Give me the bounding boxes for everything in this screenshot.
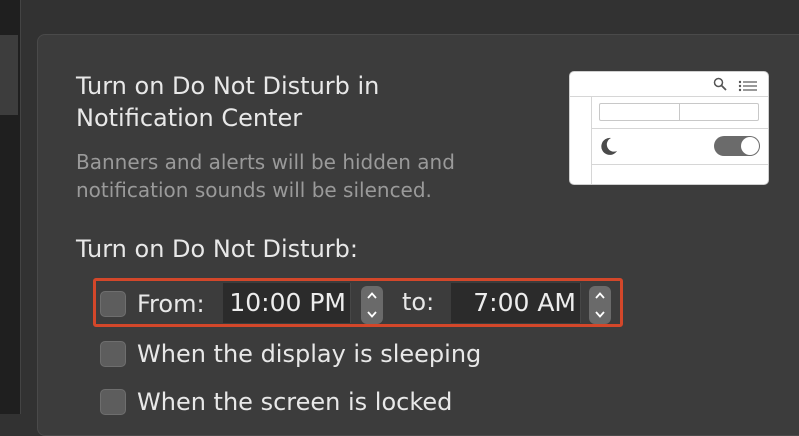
from-row: From: [100, 286, 205, 322]
display-sleeping-checkbox[interactable] [100, 341, 126, 367]
from-time-stepper[interactable] [361, 286, 383, 324]
chevron-down-icon[interactable] [589, 305, 611, 324]
screen-locked-row: When the screen is locked [100, 384, 452, 420]
from-label: From: [137, 290, 205, 318]
display-sleeping-label: When the display is sleeping [137, 340, 482, 368]
preview-segmented-control [599, 103, 759, 121]
panel-title: Turn on Do Not Disturb in Notification C… [76, 72, 380, 132]
display-sleeping-row: When the display is sleeping [100, 336, 481, 372]
preview-divider [570, 96, 768, 97]
screen-locked-checkbox[interactable] [100, 389, 126, 415]
screen-locked-label: When the screen is locked [137, 388, 453, 416]
sidebar-scroll-thumb[interactable] [0, 35, 18, 115]
sidebar-pane [0, 0, 21, 414]
chevron-up-icon[interactable] [361, 286, 383, 305]
preview-divider [592, 128, 768, 129]
panel-description: Banners and alerts will be hidden and no… [76, 150, 455, 202]
from-time-field[interactable]: 10:00 PM [223, 283, 351, 323]
preview-divider [592, 164, 768, 165]
preview-dnd-toggle [714, 136, 760, 156]
chevron-up-icon[interactable] [589, 286, 611, 305]
to-time-field[interactable]: 7:00 AM [451, 283, 581, 323]
to-time-stepper[interactable] [589, 286, 611, 324]
notification-center-preview [569, 71, 769, 185]
to-label: to: [402, 288, 435, 316]
schedule-section-label: Turn on Do Not Disturb: [76, 235, 358, 263]
moon-icon [598, 135, 620, 161]
chevron-down-icon[interactable] [361, 305, 383, 324]
list-icon [738, 77, 758, 96]
preview-divider-vertical [591, 96, 592, 184]
search-icon [713, 76, 727, 95]
from-checkbox[interactable] [100, 291, 126, 317]
